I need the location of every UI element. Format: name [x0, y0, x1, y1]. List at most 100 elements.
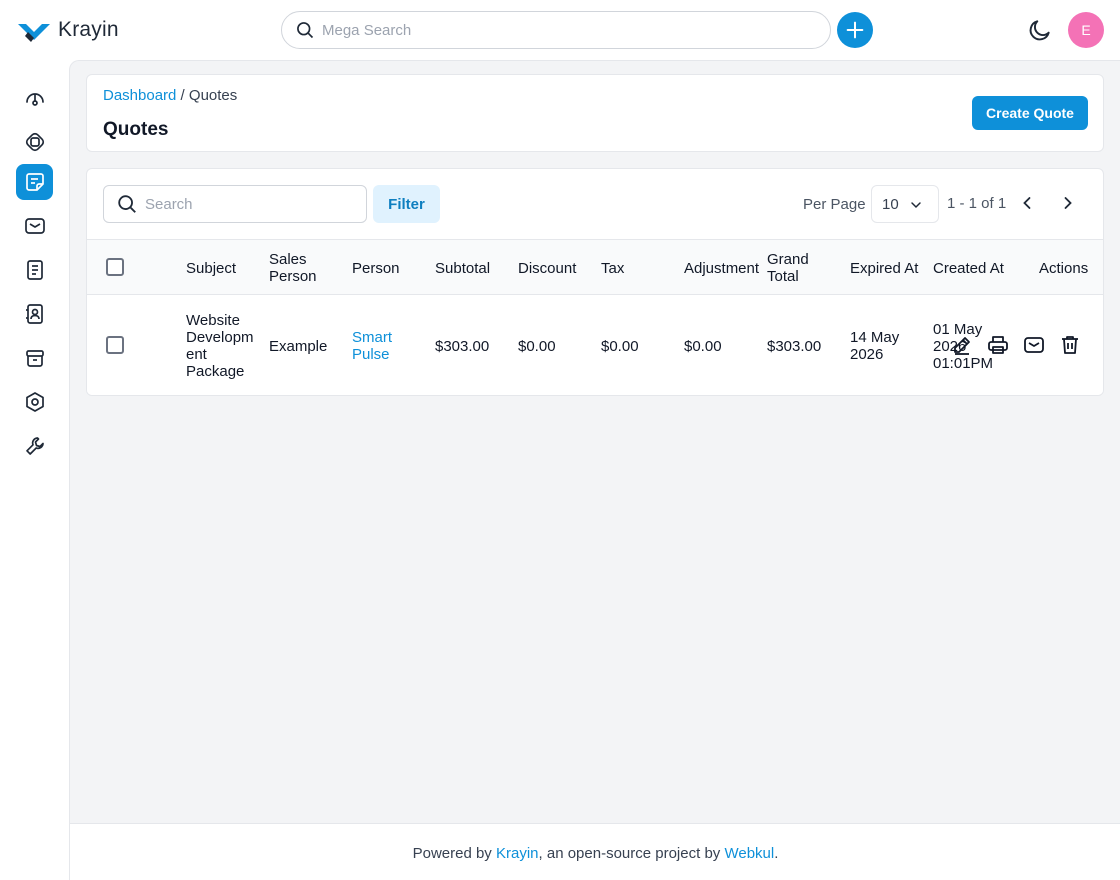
delete-button[interactable]: [1058, 333, 1082, 357]
page-title: Quotes: [103, 119, 169, 140]
wrench-icon: [25, 437, 44, 455]
pagination-info: 1 - 1 of 1: [947, 195, 1007, 212]
search-icon: [118, 195, 136, 213]
sidebar-item-mail[interactable]: [16, 208, 53, 244]
column-actions: Actions: [1039, 260, 1089, 277]
column-expired-at[interactable]: Expired At: [850, 260, 918, 277]
sidebar-item-settings[interactable]: [16, 384, 53, 420]
row-adjustment: $0.00: [684, 338, 722, 355]
row-subtotal: $303.00: [435, 338, 490, 355]
dark-mode-moon-icon[interactable]: [1027, 17, 1053, 43]
quotes-datagrid: Filter Per Page 10 1 - 1 of 1 Subject Sa…: [86, 168, 1104, 396]
mail-button[interactable]: [1022, 333, 1046, 357]
breadcrumb-current: Quotes: [188, 87, 238, 104]
krayin-logo-icon: [18, 24, 50, 42]
row-subject-line: Package: [186, 363, 245, 380]
settings-icon: [25, 392, 44, 412]
row-person-link[interactable]: Smart Pulse: [352, 329, 392, 363]
page-header-card: Dashboard / Quotes Quotes Create Quote: [86, 74, 1104, 152]
row-subject-line: ent: [186, 346, 207, 363]
logo[interactable]: Krayin: [18, 18, 119, 42]
column-grand-total[interactable]: Grand Total: [767, 251, 809, 285]
table-row: Website Developm ent Package Example Sma…: [87, 295, 1103, 395]
column-tax[interactable]: Tax: [601, 260, 624, 277]
mail-icon: [1024, 337, 1044, 353]
footer-middle: , an open-source project by: [538, 845, 725, 862]
chevron-down-icon: [911, 202, 921, 209]
edit-button[interactable]: [950, 333, 974, 357]
sidebar: [0, 60, 70, 880]
app-name: Krayin: [58, 18, 119, 41]
footer-krayin-link[interactable]: Krayin: [496, 845, 539, 862]
column-discount[interactable]: Discount: [518, 260, 576, 277]
row-subject-line: Website: [186, 312, 240, 329]
sidebar-item-products[interactable]: [16, 340, 53, 376]
filter-button[interactable]: Filter: [373, 185, 440, 223]
footer: Powered by Krayin, an open-source projec…: [70, 823, 1120, 880]
column-sales-person-line2: Person: [269, 268, 317, 285]
contacts-icon: [25, 304, 43, 324]
column-subtotal[interactable]: Subtotal: [435, 260, 490, 277]
previous-page-button[interactable]: [1017, 193, 1037, 215]
breadcrumb: Dashboard / Quotes: [103, 87, 237, 104]
footer-suffix: .: [774, 845, 779, 862]
sidebar-item-quotes[interactable]: [16, 164, 53, 200]
next-page-button[interactable]: [1058, 193, 1078, 215]
column-created-at[interactable]: Created At: [933, 260, 1004, 277]
column-subject[interactable]: Subject: [186, 260, 236, 277]
leads-icon: [25, 132, 44, 152]
per-page-value: 10: [882, 195, 899, 213]
search-icon: [297, 22, 314, 39]
chevron-right-icon: [1064, 197, 1072, 209]
row-sales-person: Example: [269, 338, 328, 355]
sidebar-item-contacts[interactable]: [16, 296, 53, 332]
print-button[interactable]: [986, 333, 1010, 357]
sidebar-item-leads[interactable]: [16, 124, 53, 160]
column-sales-person-line1: Sales: [269, 251, 307, 268]
row-expired-at: 14 May 2026: [850, 329, 899, 363]
sidebar-item-configuration[interactable]: [16, 428, 53, 464]
breadcrumb-dashboard-link[interactable]: Dashboard: [103, 87, 176, 104]
per-page-select[interactable]: 10: [871, 185, 939, 223]
print-icon: [988, 336, 1008, 354]
row-expired-at-line: 2026: [850, 346, 884, 363]
column-adjustment[interactable]: Adjustment: [684, 260, 759, 277]
plus-icon: [846, 21, 864, 39]
row-person-line: Smart: [352, 329, 393, 346]
per-page-label: Per Page: [803, 196, 866, 213]
row-checkbox[interactable]: [106, 336, 124, 354]
footer-prefix: Powered by: [412, 845, 496, 862]
sidebar-item-activities[interactable]: [16, 252, 53, 288]
footer-webkul-link[interactable]: Webkul: [724, 845, 774, 862]
row-discount: $0.00: [518, 338, 556, 355]
quick-create-button[interactable]: [837, 12, 873, 48]
main-content: Dashboard / Quotes Quotes Create Quote F…: [69, 60, 1120, 880]
breadcrumb-separator: /: [176, 87, 189, 104]
column-grand-total-line2: Total: [767, 268, 799, 285]
user-avatar[interactable]: E: [1068, 12, 1104, 48]
table-header: Subject Sales Person Person Subtotal Dis…: [87, 239, 1103, 295]
quotes-icon: [25, 173, 44, 191]
mega-search-input[interactable]: [322, 21, 802, 39]
mail-icon: [24, 218, 45, 234]
row-created-at-line: 01:01PM: [933, 355, 994, 372]
products-icon: [25, 350, 44, 367]
column-sales-person[interactable]: Sales Person: [269, 251, 317, 285]
row-subject-line: Developm: [186, 329, 254, 346]
datagrid-search-input[interactable]: [145, 195, 345, 213]
select-all-checkbox[interactable]: [106, 258, 124, 276]
chevron-left-icon: [1023, 197, 1031, 209]
datagrid-search[interactable]: [103, 185, 367, 223]
footer-text: Powered by Krayin, an open-source projec…: [70, 845, 1120, 862]
mega-search[interactable]: [281, 11, 831, 49]
sidebar-item-dashboard[interactable]: [16, 80, 53, 116]
row-tax: $0.00: [601, 338, 639, 355]
row-grand-total: $303.00: [767, 338, 822, 355]
row-person-line: Pulse: [352, 346, 390, 363]
column-grand-total-line1: Grand: [767, 251, 809, 268]
activities-icon: [26, 260, 43, 280]
dashboard-icon: [25, 93, 44, 106]
create-quote-button[interactable]: Create Quote: [972, 96, 1088, 130]
top-bar: Krayin E: [0, 0, 1120, 60]
column-person[interactable]: Person: [352, 260, 400, 277]
